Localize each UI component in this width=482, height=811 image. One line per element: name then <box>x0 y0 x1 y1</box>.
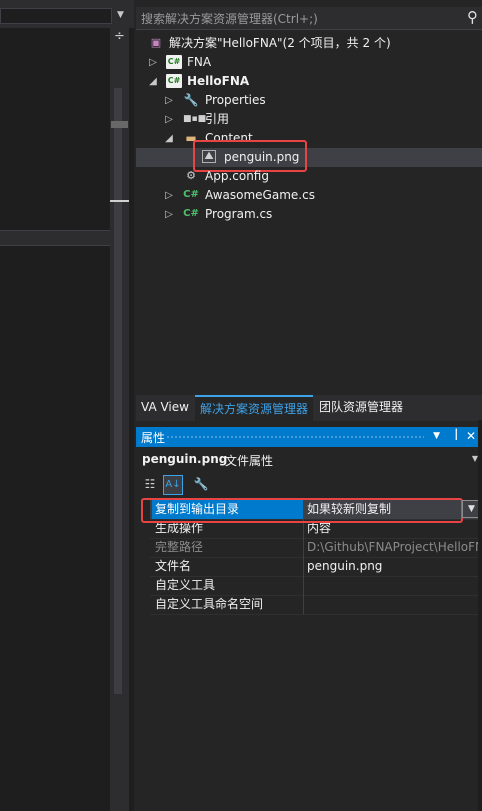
references-icon: ■▪■ <box>183 114 207 124</box>
tree-item-label: 引用 <box>205 112 230 126</box>
editor-vertical-scrollbar[interactable] <box>110 28 129 811</box>
pin-icon[interactable]: ꟾ <box>454 429 458 443</box>
tool-window-tabs: VA View 解决方案资源管理器 团队资源管理器 <box>136 395 482 421</box>
property-row[interactable]: 文件名 penguin.png <box>150 557 482 577</box>
csharp-project-icon: C# <box>166 74 182 88</box>
csharp-file-icon: C# <box>183 208 199 219</box>
tree-item-label: Content <box>205 131 253 145</box>
split-icon[interactable]: ÷ <box>110 30 129 46</box>
property-name: 自定义工具 <box>155 578 216 592</box>
scroll-marker <box>110 200 129 202</box>
tree-item-app-config[interactable]: ⚙ App.config <box>136 167 482 186</box>
object-name: penguin.png <box>142 452 228 466</box>
tree-item-hellofna[interactable]: ◢ C# HelloFNA <box>136 72 482 91</box>
tree-item-fna[interactable]: ▷ C# FNA <box>136 53 482 72</box>
properties-object-selector[interactable]: penguin.png 文件属性 ▼ <box>136 449 482 471</box>
tab-solution-explorer[interactable]: 解决方案资源管理器 <box>195 395 314 421</box>
config-file-icon: ⚙ <box>186 169 196 182</box>
alphabetical-sort-icon[interactable]: A↓ <box>163 475 183 495</box>
tree-item-label: FNA <box>187 55 212 69</box>
properties-title: 属性 <box>141 431 166 445</box>
property-name: 完整路径 <box>155 540 204 554</box>
property-pages-icon[interactable]: 🔧 <box>192 475 210 493</box>
tree-item-label: 解决方案"HelloFNA"(2 个项目，共 2 个) <box>169 36 391 50</box>
property-value[interactable]: penguin.png <box>307 557 480 576</box>
property-grid: 复制到输出目录 如果较新则复制 生成操作 内容 完整路径 D:\Github\F… <box>136 498 482 811</box>
csharp-project-icon: C# <box>166 55 182 69</box>
expand-arrow-icon[interactable]: ▷ <box>148 53 158 72</box>
tree-item-properties[interactable]: ▷ 🔧 Properties <box>136 91 482 110</box>
object-type: 文件属性 <box>225 454 274 468</box>
tree-item-label: AwasomeGame.cs <box>205 188 315 202</box>
property-name: 生成操作 <box>155 521 204 535</box>
expand-arrow-icon[interactable]: ▷ <box>164 91 174 110</box>
drag-grip[interactable] <box>166 435 424 439</box>
solution-icon: ▣ <box>150 36 162 49</box>
property-value[interactable]: 如果较新则复制 <box>307 500 480 519</box>
editor-horizontal-bar <box>0 230 110 246</box>
property-row[interactable]: 自定义工具命名空间 <box>150 595 482 615</box>
property-value: D:\Github\FNAProject\HelloFN <box>307 540 480 554</box>
dropdown-arrow-icon[interactable]: ▼ <box>433 431 440 441</box>
csharp-file-icon: C# <box>183 189 199 200</box>
property-row[interactable]: 复制到输出目录 如果较新则复制 <box>150 500 482 520</box>
tab-team-explorer[interactable]: 团队资源管理器 <box>314 395 408 421</box>
tree-item-references[interactable]: ▷ ■▪■ 引用 <box>136 110 482 129</box>
expand-arrow-icon[interactable]: ▷ <box>164 186 174 205</box>
tab-va-view[interactable]: VA View <box>136 395 194 421</box>
categorized-icon[interactable]: ☷ <box>141 475 159 493</box>
editor-tab-strip <box>0 0 134 28</box>
property-row[interactable]: 完整路径 D:\Github\FNAProject\HelloFN <box>150 538 482 558</box>
scrollbar-thumb[interactable] <box>114 88 122 694</box>
property-row[interactable]: 生成操作 内容 <box>150 519 482 539</box>
chevron-down-icon[interactable]: ▼ <box>117 10 124 20</box>
close-icon[interactable]: ✕ <box>466 429 476 443</box>
tree-item-solution[interactable]: ▣ 解决方案"HelloFNA"(2 个项目，共 2 个) <box>136 34 482 53</box>
expand-arrow-icon[interactable]: ▷ <box>164 205 174 224</box>
properties-toolbar: ☷ A↓ 🔧 <box>136 472 482 496</box>
tree-item-awasome-game[interactable]: ▷ C# AwasomeGame.cs <box>136 186 482 205</box>
property-row[interactable]: 自定义工具 <box>150 576 482 596</box>
image-file-icon: ⛰ <box>202 150 216 163</box>
tree-item-label: Program.cs <box>205 207 273 221</box>
tree-item-content[interactable]: ◢ ▬ Content <box>136 129 482 148</box>
expand-arrow-icon[interactable]: ▷ <box>164 110 174 129</box>
search-placeholder: 搜索解决方案资源管理器(Ctrl+;) <box>141 12 318 26</box>
tree-item-label: App.config <box>205 169 269 183</box>
folder-icon: ▬ <box>185 131 197 145</box>
collapse-arrow-icon[interactable]: ◢ <box>164 129 174 148</box>
property-name: 复制到输出目录 <box>152 500 303 519</box>
tree-item-penguin[interactable]: ⛰ penguin.png <box>136 148 482 167</box>
search-icon[interactable]: ⚲ <box>467 8 478 26</box>
scroll-marker <box>111 121 128 128</box>
search-input[interactable]: 搜索解决方案资源管理器(Ctrl+;) ⚲ <box>136 7 482 30</box>
property-name: 文件名 <box>155 559 192 573</box>
tree-item-label: Properties <box>205 93 266 107</box>
wrench-icon: 🔧 <box>183 93 199 107</box>
window-edge <box>478 420 482 811</box>
collapse-arrow-icon[interactable]: ◢ <box>148 72 158 91</box>
tree-item-program[interactable]: ▷ C# Program.cs <box>136 205 482 224</box>
property-name: 自定义工具命名空间 <box>155 597 264 611</box>
tree-item-label: penguin.png <box>224 150 300 164</box>
property-value[interactable]: 内容 <box>307 519 480 538</box>
tree-item-label: HelloFNA <box>187 74 250 88</box>
properties-title-bar: 属性 ▼ ꟾ ✕ <box>136 427 482 447</box>
